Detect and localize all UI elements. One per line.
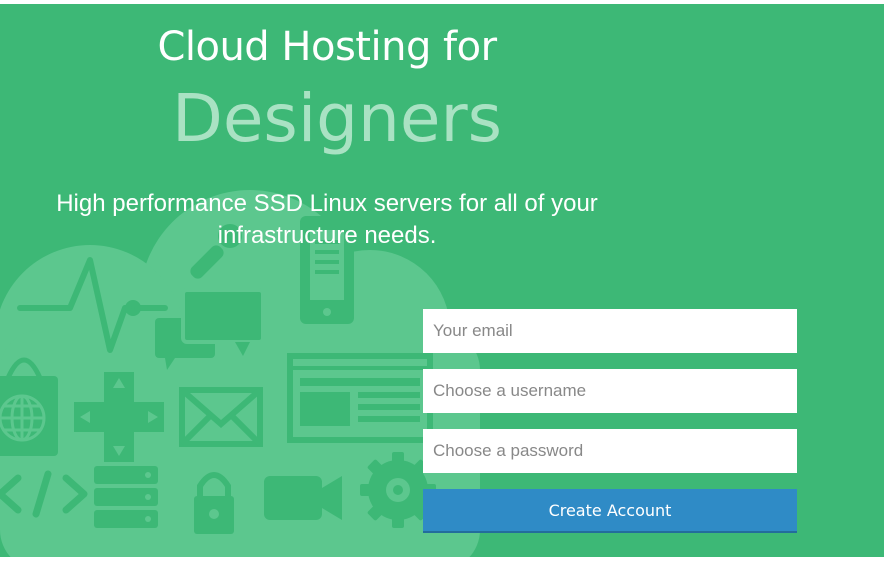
hero-section: Cloud Hosting for Designers High perform… <box>0 4 884 557</box>
server-icon <box>94 466 158 528</box>
hero-title-line2: Designers <box>172 80 502 157</box>
email-input[interactable] <box>423 309 797 353</box>
create-account-button[interactable]: Create Account <box>423 489 797 533</box>
hero-subtitle: High performance SSD Linux servers for a… <box>56 190 598 249</box>
hero-title-line1: Cloud Hosting for <box>157 24 497 70</box>
username-input[interactable] <box>423 369 797 413</box>
password-input[interactable] <box>423 429 797 473</box>
globe-icon <box>0 394 46 442</box>
signup-form: Create Account <box>423 309 797 533</box>
